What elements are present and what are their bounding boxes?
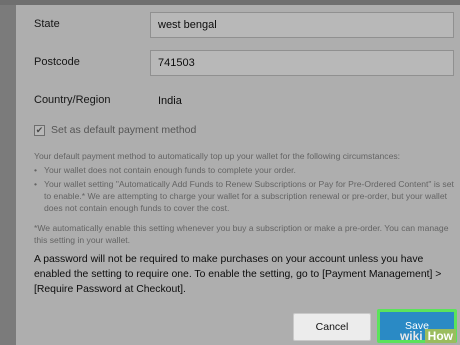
default-payment-label: Set as default payment method [51,124,197,136]
info-bullet: • Your wallet setting "Automatically Add… [34,178,454,214]
postcode-field[interactable]: 741503 [150,50,454,76]
default-payment-option[interactable]: ✔ Set as default payment method [34,124,196,136]
info-bullet: • Your wallet does not contain enough fu… [34,164,454,176]
checkbox-checked-icon[interactable]: ✔ [34,124,45,136]
password-notice: A password will not be required to make … [34,254,442,295]
bullet-icon: • [34,165,38,175]
state-field[interactable]: west bengal [150,12,454,38]
info-text: Your default payment method to automatic… [34,150,454,214]
bullet-icon: • [34,179,38,189]
save-button[interactable]: Save [377,309,457,343]
info-bullet-1: Your wallet does not contain enough fund… [44,165,296,175]
postcode-label: Postcode [34,56,80,68]
cancel-button[interactable]: Cancel [293,313,371,341]
state-label: State [34,18,60,30]
country-label: Country/Region [34,94,111,106]
info-intro: Your default payment method to automatic… [34,151,401,161]
info-footnote: *We automatically enable this setting wh… [34,223,449,245]
country-field: India [150,88,454,114]
info-bullet-2: Your wallet setting "Automatically Add F… [44,179,454,213]
